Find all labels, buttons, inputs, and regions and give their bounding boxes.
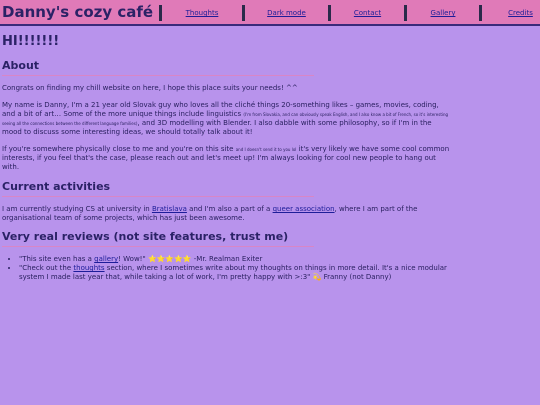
main-nav: Thoughts Dark mode Contact Gallery Credi… bbox=[158, 0, 540, 26]
about-heading: About bbox=[2, 59, 314, 76]
activities-text-b: and I'm also a part of a bbox=[189, 205, 271, 213]
queer-association-link[interactable]: queer association bbox=[273, 205, 335, 213]
top-navigation-bar: Danny's cozy café Thoughts Dark mode Con… bbox=[0, 0, 540, 26]
nav-link-credits[interactable]: Credits bbox=[483, 9, 540, 17]
activities-text-a: I am currently studying CS at university… bbox=[2, 205, 150, 213]
review-text: "Check out the bbox=[19, 264, 72, 272]
review-author: Franny (not Danny) bbox=[323, 273, 392, 281]
review-item: "Check out the thoughts section, where I… bbox=[19, 264, 452, 282]
activities-text: I am currently studying CS at university… bbox=[2, 205, 452, 223]
review-item: "This site even has a gallery! Wow!" ⭐⭐⭐… bbox=[19, 255, 452, 264]
gallery-link[interactable]: gallery bbox=[94, 255, 118, 263]
nav-link-contact[interactable]: Contact bbox=[332, 9, 403, 17]
main-content: HI!!!!!!! About Congrats on finding my c… bbox=[2, 34, 452, 282]
thoughts-link[interactable]: thoughts bbox=[73, 264, 104, 272]
about-meetup: If you're somewhere physically close to … bbox=[2, 145, 452, 172]
bratislava-link[interactable]: Bratislava bbox=[152, 205, 187, 213]
reviews-heading: Very real reviews (not site features, tr… bbox=[2, 230, 314, 247]
about-meetup-text: If you're somewhere physically close to … bbox=[2, 145, 234, 153]
activities-heading: Current activities bbox=[2, 180, 314, 197]
reviews-list: "This site even has a gallery! Wow!" ⭐⭐⭐… bbox=[2, 255, 452, 282]
site-title: Danny's cozy café bbox=[2, 3, 154, 21]
nav-separator bbox=[159, 5, 162, 21]
about-bio: My name is Danny, I'm a 21 year old Slov… bbox=[2, 101, 452, 137]
review-author: -Mr. Realman Exiter bbox=[193, 255, 263, 263]
nav-separator bbox=[242, 5, 245, 21]
nav-link-thoughts[interactable]: Thoughts bbox=[163, 9, 241, 17]
sparkle-icon: 💫 bbox=[312, 273, 322, 281]
nav-link-gallery[interactable]: Gallery bbox=[408, 9, 478, 17]
nav-separator bbox=[479, 5, 482, 21]
about-intro: Congrats on finding my chill website on … bbox=[2, 84, 298, 92]
page-greeting: HI!!!!!!! bbox=[2, 34, 60, 49]
nav-separator bbox=[328, 5, 331, 21]
review-text-cont: ! Wow!" bbox=[118, 255, 146, 263]
about-meetup-aside: and I doesn't send it to you lol bbox=[235, 147, 297, 152]
nav-separator bbox=[404, 5, 407, 21]
star-rating-icon: ⭐⭐⭐⭐⭐ bbox=[147, 255, 192, 263]
nav-link-dark-mode[interactable]: Dark mode bbox=[246, 9, 327, 17]
review-text: "This site even has a bbox=[19, 255, 92, 263]
